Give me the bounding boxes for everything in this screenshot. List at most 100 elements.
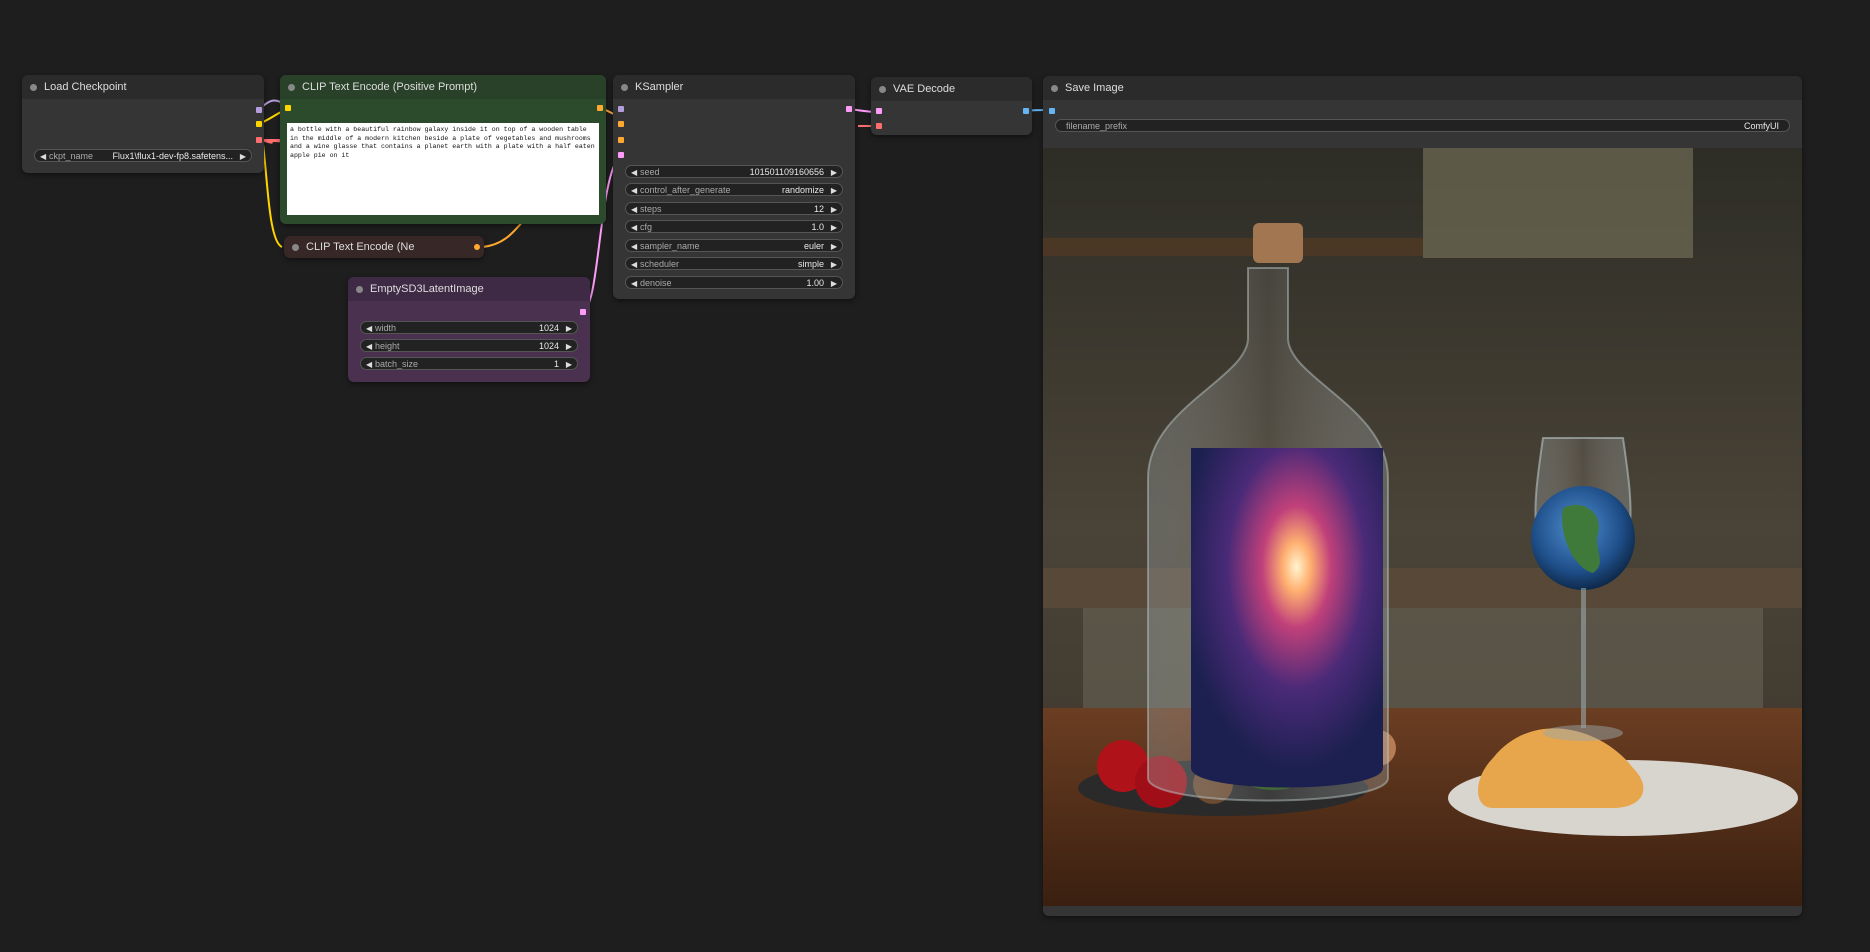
node-title: Save Image <box>1065 82 1124 94</box>
widget-label: cfg <box>640 222 653 232</box>
widget-label: sampler_name <box>640 241 700 251</box>
model-input-socket[interactable] <box>618 106 624 112</box>
clip-input-socket[interactable] <box>285 105 291 111</box>
prompt-textarea[interactable]: a bottle with a beautiful rainbow galaxy… <box>287 123 599 215</box>
widget-label: scheduler <box>640 259 680 269</box>
arrow-left-icon[interactable]: ◀ <box>40 150 46 163</box>
arrow-left-icon[interactable]: ◀ <box>631 184 637 197</box>
arrow-right-icon[interactable]: ▶ <box>566 358 572 371</box>
samples-input-socket[interactable] <box>876 108 882 114</box>
collapse-dot-icon[interactable] <box>621 84 628 91</box>
widget-label: seed <box>640 167 660 177</box>
arrow-left-icon[interactable]: ◀ <box>631 277 637 290</box>
node-title: CLIP Text Encode (Positive Prompt) <box>302 81 478 93</box>
clip-text-encode-negative-node[interactable]: CLIP Text Encode (Ne <box>284 236 484 258</box>
conditioning-output-socket[interactable] <box>597 105 603 111</box>
save-image-node[interactable]: Save Image filename_prefix ComfyUI <box>1043 76 1802 916</box>
conditioning-output-socket[interactable] <box>474 244 480 250</box>
denoise-widget[interactable]: ◀ denoise 1.00 ▶ <box>625 276 843 289</box>
node-title-bar[interactable]: Load Checkpoint <box>22 75 264 99</box>
collapse-dot-icon[interactable] <box>879 86 886 93</box>
control-after-generate-widget[interactable]: ◀ control_after_generate randomize ▶ <box>625 183 843 196</box>
widget-value: randomize <box>781 185 824 195</box>
image-output-socket[interactable] <box>1023 108 1029 114</box>
collapse-dot-icon[interactable] <box>292 244 299 251</box>
positive-input-socket[interactable] <box>618 121 624 127</box>
arrow-right-icon[interactable]: ▶ <box>831 240 837 253</box>
latent-output-socket[interactable] <box>580 309 586 315</box>
clip-output-socket[interactable] <box>256 121 262 127</box>
widget-value: simple <box>797 259 824 269</box>
collapse-dot-icon[interactable] <box>1051 85 1058 92</box>
arrow-right-icon[interactable]: ▶ <box>240 150 246 163</box>
scheduler-widget[interactable]: ◀ scheduler simple ▶ <box>625 257 843 270</box>
widget-value: 101501109160656 <box>749 167 824 177</box>
arrow-left-icon[interactable]: ◀ <box>631 221 637 234</box>
steps-widget[interactable]: ◀ steps 12 ▶ <box>625 202 843 215</box>
arrow-right-icon[interactable]: ▶ <box>831 203 837 216</box>
cfg-widget[interactable]: ◀ cfg 1.0 ▶ <box>625 220 843 233</box>
arrow-left-icon[interactable]: ◀ <box>631 203 637 216</box>
node-title: KSampler <box>635 81 684 93</box>
seed-widget[interactable]: ◀ seed 101501109160656 ▶ <box>625 165 843 178</box>
arrow-right-icon[interactable]: ▶ <box>831 184 837 197</box>
images-input-socket[interactable] <box>1049 108 1055 114</box>
height-number-widget[interactable]: ◀ height 1024 ▶ <box>360 339 578 352</box>
arrow-right-icon[interactable]: ▶ <box>566 322 572 335</box>
widget-label: filename_prefix <box>1066 121 1128 131</box>
widget-value: ComfyUI <box>1743 121 1779 131</box>
arrow-left-icon[interactable]: ◀ <box>631 258 637 271</box>
widget-value: 1024 <box>538 323 559 333</box>
node-title-bar[interactable]: Save Image <box>1043 76 1802 100</box>
widget-value: 1.0 <box>811 222 824 232</box>
empty-latent-image-node[interactable]: EmptySD3LatentImage ◀ width 1024 ▶ ◀ hei… <box>348 277 590 382</box>
arrow-left-icon[interactable]: ◀ <box>631 240 637 253</box>
ckpt-name-combo[interactable]: ◀ ckpt_name Flux1\flux1-dev-fp8.safetens… <box>34 149 252 162</box>
node-title-bar[interactable]: CLIP Text Encode (Positive Prompt) <box>280 75 606 99</box>
widget-label: steps <box>640 204 662 214</box>
width-number-widget[interactable]: ◀ width 1024 ▶ <box>360 321 578 334</box>
arrow-right-icon[interactable]: ▶ <box>831 258 837 271</box>
latent-input-socket[interactable] <box>618 152 624 158</box>
model-output-socket[interactable] <box>256 107 262 113</box>
arrow-left-icon[interactable]: ◀ <box>631 166 637 179</box>
node-title-bar[interactable]: CLIP Text Encode (Ne <box>284 236 484 258</box>
widget-label: control_after_generate <box>640 185 731 195</box>
filename-prefix-field[interactable]: filename_prefix ComfyUI <box>1055 119 1790 132</box>
arrow-right-icon[interactable]: ▶ <box>831 221 837 234</box>
arrow-left-icon[interactable]: ◀ <box>366 340 372 353</box>
collapse-dot-icon[interactable] <box>288 84 295 91</box>
vae-output-socket[interactable] <box>256 137 262 143</box>
arrow-right-icon[interactable]: ▶ <box>831 166 837 179</box>
negative-input-socket[interactable] <box>618 137 624 143</box>
batch-size-number-widget[interactable]: ◀ batch_size 1 ▶ <box>360 357 578 370</box>
node-title-bar[interactable]: EmptySD3LatentImage <box>348 277 590 301</box>
widget-value: Flux1\flux1-dev-fp8.safetens... <box>112 151 233 161</box>
arrow-left-icon[interactable]: ◀ <box>366 358 372 371</box>
clip-text-encode-positive-node[interactable]: CLIP Text Encode (Positive Prompt) a bot… <box>280 75 606 224</box>
bottle-galaxy-illustration <box>1043 148 1802 906</box>
collapse-dot-icon[interactable] <box>30 84 37 91</box>
widget-value: euler <box>803 241 824 251</box>
arrow-right-icon[interactable]: ▶ <box>566 340 572 353</box>
node-title-bar[interactable]: VAE Decode <box>871 77 1032 101</box>
ksampler-node[interactable]: KSampler ◀ seed 101501109160656 ▶ ◀ cont… <box>613 75 855 299</box>
vae-input-socket[interactable] <box>876 123 882 129</box>
latent-output-socket[interactable] <box>846 106 852 112</box>
sampler-name-widget[interactable]: ◀ sampler_name euler ▶ <box>625 239 843 252</box>
collapse-dot-icon[interactable] <box>356 286 363 293</box>
widget-value: 1 <box>553 359 559 369</box>
vae-decode-node[interactable]: VAE Decode <box>871 77 1032 135</box>
widget-value: 1024 <box>538 341 559 351</box>
widget-value: 12 <box>813 204 824 214</box>
node-title: CLIP Text Encode (Ne <box>306 241 415 253</box>
node-title: EmptySD3LatentImage <box>370 283 484 295</box>
widget-label: width <box>375 323 397 333</box>
generated-image-preview[interactable] <box>1043 148 1802 906</box>
arrow-right-icon[interactable]: ▶ <box>831 277 837 290</box>
node-title: Load Checkpoint <box>44 81 127 93</box>
arrow-left-icon[interactable]: ◀ <box>366 322 372 335</box>
load-checkpoint-node[interactable]: Load Checkpoint ◀ ckpt_name Flux1\flux1-… <box>22 75 264 173</box>
widget-label: batch_size <box>375 359 419 369</box>
node-title-bar[interactable]: KSampler <box>613 75 855 99</box>
